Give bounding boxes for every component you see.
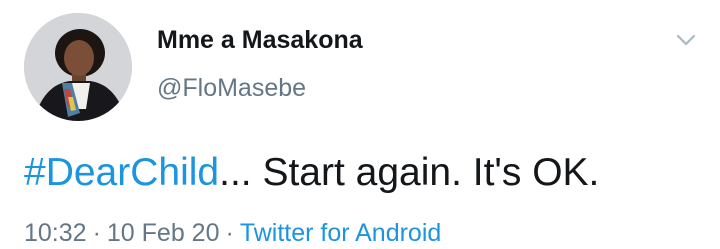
tweet-text: #DearChild... Start again. It's OK.: [24, 148, 599, 198]
avatar-image: [24, 13, 132, 121]
tweet-meta: 10:32 · 10 Feb 20 · Twitter for Android: [24, 217, 441, 249]
meta-separator: ·: [92, 219, 101, 247]
chevron-down-icon[interactable]: [674, 28, 698, 52]
tweet-source-link[interactable]: Twitter for Android: [240, 219, 441, 247]
hashtag-link[interactable]: #DearChild: [24, 151, 219, 194]
author-display-name[interactable]: Mme a Masakona: [157, 25, 363, 55]
tweet-date[interactable]: 10 Feb 20: [107, 219, 220, 247]
tweet-time[interactable]: 10:32: [24, 219, 87, 247]
meta-separator: ·: [225, 219, 234, 247]
tweet-body: ... Start again. It's OK.: [219, 151, 600, 194]
tweet-card: Mme a Masakona @FloMasebe #DearChild... …: [0, 0, 720, 247]
avatar[interactable]: [24, 13, 132, 121]
author-handle[interactable]: @FloMasebe: [157, 72, 306, 104]
